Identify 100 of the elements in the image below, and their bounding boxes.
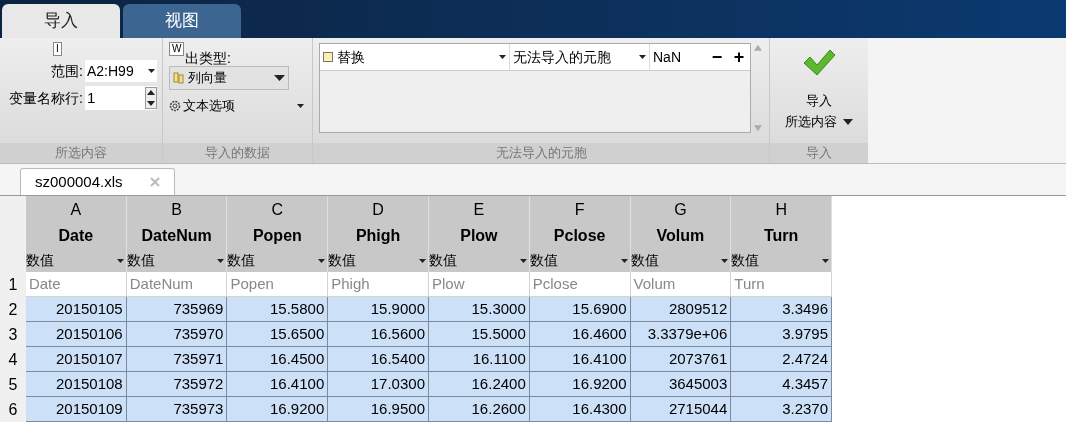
column-name: Plow: [459, 226, 499, 246]
dropdown-caret-icon: [620, 258, 628, 263]
scrollbar-arrows-icon: [753, 43, 763, 133]
table-cell[interactable]: Volum: [630, 272, 732, 297]
add-rule-button[interactable]: +: [728, 48, 750, 66]
table-cell[interactable]: DateNum: [126, 272, 228, 297]
table-cell[interactable]: 16.5600: [328, 322, 429, 347]
gear-icon: [169, 99, 181, 112]
output-type-dropdown[interactable]: 列向量: [169, 66, 289, 90]
variable-row-spinner[interactable]: 1: [85, 86, 157, 110]
table-cell[interactable]: 2715044: [630, 397, 732, 422]
table-cell[interactable]: Phigh: [328, 272, 429, 297]
table-cell[interactable]: 3.3496: [731, 297, 833, 322]
table-cell[interactable]: 15.3000: [429, 297, 530, 322]
table-cell[interactable]: 16.2600: [429, 397, 530, 422]
table-cell[interactable]: 16.4600: [529, 322, 631, 347]
column-name: Volum: [655, 226, 706, 246]
replacement-field[interactable]: NaN: [650, 44, 706, 70]
table-cell[interactable]: Date: [25, 272, 127, 297]
dropdown-caret-icon: [419, 258, 426, 263]
table-cell[interactable]: 15.5000: [429, 322, 530, 347]
dropdown-caret-icon: [639, 55, 646, 59]
table-cell[interactable]: 3645003: [630, 372, 732, 397]
table-cell[interactable]: 15.9000: [328, 297, 429, 322]
table-cell[interactable]: 16.5400: [328, 347, 429, 372]
document-tab[interactable]: sz000004.xls: [20, 168, 175, 195]
column-type-dropdown[interactable]: 数值: [126, 249, 227, 272]
row-number: 3: [0, 322, 26, 347]
column-type-dropdown[interactable]: 数值: [529, 249, 630, 272]
table-cell[interactable]: 16.4500: [227, 347, 329, 372]
checkmark-icon: [802, 48, 836, 78]
column-type-dropdown[interactable]: 数值: [227, 249, 328, 272]
dropdown-caret-icon: [499, 55, 506, 59]
table-cell[interactable]: 16.4300: [529, 397, 631, 422]
column-type-dropdown[interactable]: 数值: [731, 249, 832, 272]
table-cell[interactable]: 735971: [126, 347, 228, 372]
table-cell[interactable]: 16.4100: [529, 347, 631, 372]
table-cell[interactable]: 3.9795: [731, 322, 833, 347]
ribbon-tab[interactable]: 视图: [123, 4, 241, 38]
table-cell[interactable]: 16.4100: [227, 372, 329, 397]
table-cell[interactable]: 16.1100: [429, 347, 530, 372]
table-cell[interactable]: 16.2400: [429, 372, 530, 397]
rule-action-dropdown[interactable]: 替换: [320, 44, 510, 70]
table-cell[interactable]: 15.6900: [529, 297, 631, 322]
table-cell[interactable]: 20150109: [25, 397, 127, 422]
table-cell[interactable]: 20150106: [25, 322, 127, 347]
table-cell[interactable]: 3.2370: [731, 397, 833, 422]
range-field[interactable]: A2:H99: [85, 60, 157, 82]
column-letter: G: [673, 199, 688, 220]
table-cell[interactable]: 16.9200: [529, 372, 631, 397]
table-cell[interactable]: 16.9200: [227, 397, 329, 422]
column-type-dropdown[interactable]: 数值: [630, 249, 731, 272]
table-cell[interactable]: 4.3457: [731, 372, 833, 397]
column-type-dropdown[interactable]: 数值: [328, 249, 428, 272]
table-cell[interactable]: 735969: [126, 297, 228, 322]
table-cell[interactable]: 20150108: [25, 372, 127, 397]
column-letter: C: [270, 199, 285, 220]
import-selection-button[interactable]: 导入 所选内容: [770, 38, 868, 143]
column-type-dropdown[interactable]: 数值: [429, 249, 529, 272]
dropdown-caret-icon: [274, 75, 285, 81]
ribbon-tab[interactable]: 导入: [2, 4, 120, 38]
table-cell[interactable]: 2.4724: [731, 347, 833, 372]
group-label: 导入: [770, 143, 868, 163]
table-cell[interactable]: 15.6500: [227, 322, 329, 347]
column-type-dropdown[interactable]: 数值: [25, 249, 126, 272]
table-cell[interactable]: 17.0300: [328, 372, 429, 397]
group-label: 导入的数据: [163, 143, 312, 163]
dropdown-caret-icon: [843, 118, 853, 125]
table-cell[interactable]: 735973: [126, 397, 228, 422]
column-letter: H: [774, 199, 788, 220]
keytip-badge: I: [53, 42, 62, 56]
range-label: 范围:: [51, 61, 83, 81]
rule-checkbox[interactable]: [323, 52, 333, 62]
row-number: 4: [0, 347, 26, 372]
remove-rule-button[interactable]: −: [706, 48, 728, 66]
table-cell[interactable]: Turn: [731, 272, 833, 297]
column-name: Turn: [763, 226, 800, 246]
table-cell[interactable]: Popen: [227, 272, 329, 297]
text-options-button[interactable]: 文本选项: [169, 96, 306, 116]
table-cell[interactable]: 2073761: [630, 347, 732, 372]
row-number: 5: [0, 372, 26, 397]
table-cell[interactable]: 735970: [126, 322, 228, 347]
dropdown-caret-icon: [217, 258, 225, 263]
column-letter: D: [371, 199, 385, 220]
table-cell[interactable]: 2809512: [630, 297, 732, 322]
rule-target-dropdown[interactable]: 无法导入的元胞: [510, 44, 650, 70]
output-type-label: 出类型:: [185, 49, 231, 68]
table-cell[interactable]: Pclose: [529, 272, 631, 297]
table-cell[interactable]: 3.3379e+06: [630, 322, 732, 347]
close-icon[interactable]: [150, 177, 160, 187]
row-number: 6: [0, 397, 26, 422]
table-cell[interactable]: 735972: [126, 372, 228, 397]
table-cell[interactable]: Plow: [429, 272, 530, 297]
columns-icon: [173, 72, 185, 84]
table-cell[interactable]: 20150105: [25, 297, 127, 322]
table-cell[interactable]: 20150107: [25, 347, 127, 372]
table-cell[interactable]: 15.5800: [227, 297, 329, 322]
column-letter: E: [472, 199, 486, 220]
table-corner[interactable]: [0, 196, 26, 272]
table-cell[interactable]: 16.9500: [328, 397, 429, 422]
